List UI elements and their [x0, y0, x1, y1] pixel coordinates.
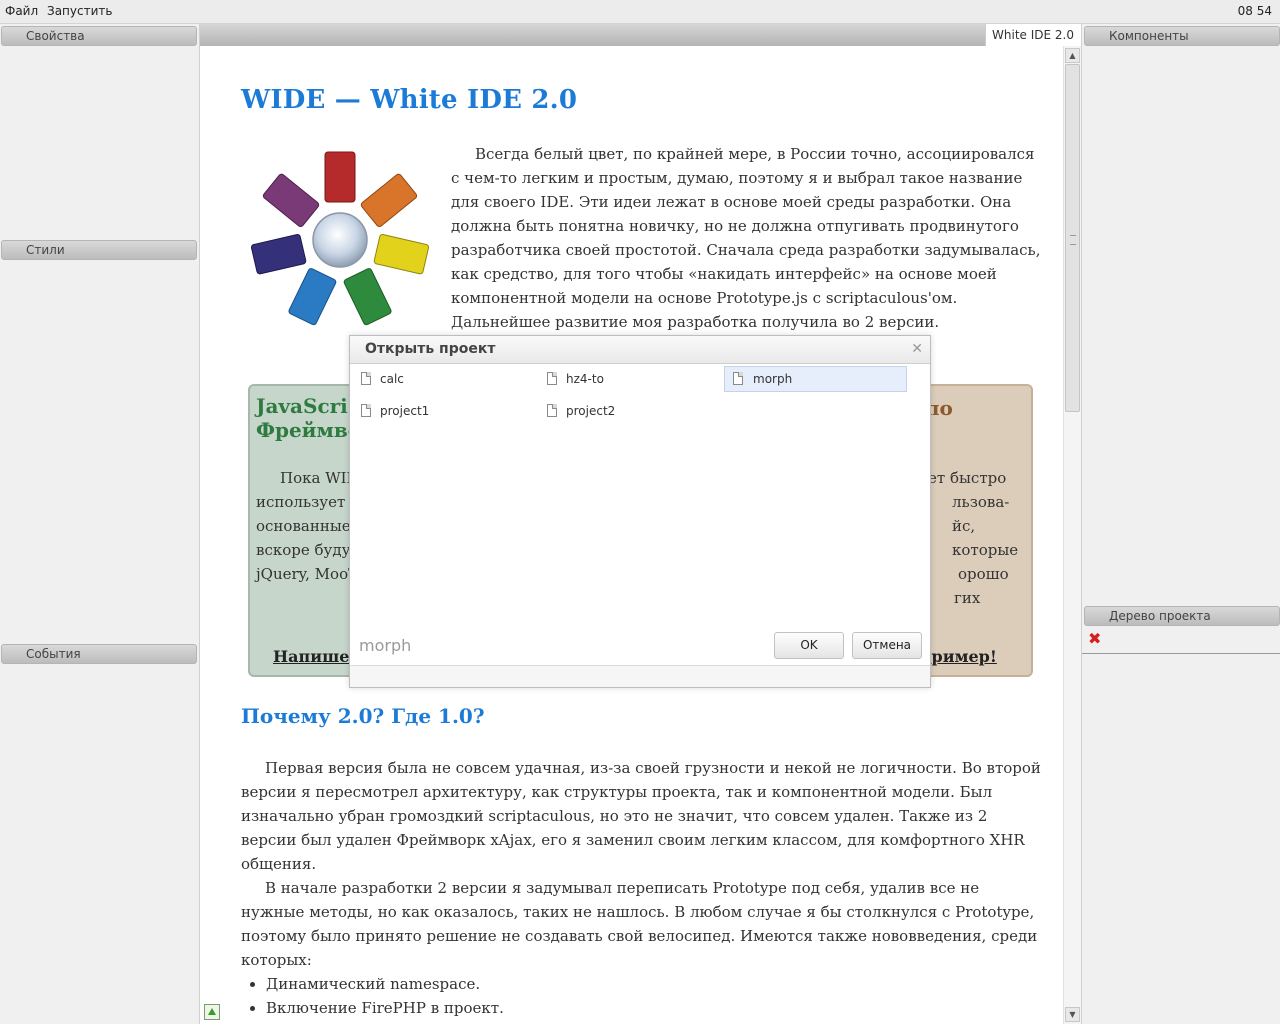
cancel-button[interactable]: Отмена: [852, 632, 922, 659]
selected-project-name: morph: [359, 636, 412, 655]
panel-header-events[interactable]: События: [1, 644, 197, 664]
list-item: Включение FirePHP в проект.: [266, 996, 504, 1020]
file-name: project2: [566, 404, 616, 418]
dialog-footer: [350, 665, 930, 687]
file-name: hz4-to: [566, 372, 604, 386]
scroll-up-icon[interactable]: ▲: [1065, 48, 1080, 63]
body-paragraph: В начале разработки 2 версии я задумывал…: [241, 879, 1038, 969]
delete-icon[interactable]: ✖: [1088, 629, 1101, 648]
file-icon: [733, 372, 743, 385]
scroll-thumb[interactable]: [1065, 64, 1080, 412]
dialog-title: Открыть проект: [365, 341, 496, 357]
list-item: Динамический namespace.: [266, 972, 504, 996]
document-scrollbar[interactable]: ▲ ▼: [1063, 46, 1081, 1024]
body-paragraph: Первая версия была не совсем удачная, из…: [241, 759, 1041, 873]
clock: 08 54: [1237, 4, 1272, 18]
menu-bar: Файл Запустить 08 54: [0, 0, 1280, 24]
page-title: WIDE — White IDE 2.0: [241, 85, 578, 115]
wide-logo-icon: [250, 151, 430, 326]
panel-header-properties[interactable]: Свойства: [1, 26, 197, 46]
project-tree-toolbar: ✖: [1082, 627, 1280, 654]
box-heading-line: Фреймво: [256, 418, 362, 442]
file-item[interactable]: calc: [352, 367, 532, 393]
dialog-titlebar: Открыть проект ✕: [350, 336, 930, 364]
box-heading-line: JavaScri: [256, 394, 348, 418]
close-icon[interactable]: ✕: [911, 341, 923, 357]
upload-icon[interactable]: [204, 1004, 220, 1020]
file-icon: [547, 404, 557, 417]
feature-list: Динамический namespace. Включение FirePH…: [241, 972, 504, 1020]
file-item[interactable]: hz4-to: [538, 367, 718, 393]
file-icon: [547, 372, 557, 385]
file-item[interactable]: project2: [538, 399, 718, 425]
box-heading: JavaScri Фреймво: [256, 394, 361, 442]
open-project-dialog: Открыть проект ✕ calc hz4-to morph proje…: [349, 335, 931, 688]
file-item[interactable]: project1: [352, 399, 532, 425]
menu-file[interactable]: Файл: [5, 4, 38, 18]
file-icon: [361, 404, 371, 417]
file-icon: [361, 372, 371, 385]
intro-paragraph: Всегда белый цвет, по крайней мере, в Ро…: [451, 145, 1041, 331]
file-item-selected[interactable]: morph: [724, 366, 907, 392]
tab-bar: White IDE 2.0: [200, 24, 1080, 46]
file-name: project1: [380, 404, 430, 418]
panel-header-project-tree[interactable]: Дерево проекта: [1084, 606, 1280, 626]
ok-button[interactable]: OK: [774, 632, 844, 659]
panel-header-components[interactable]: Компоненты: [1084, 26, 1280, 46]
left-sidebar: Свойства Стили События: [0, 24, 200, 1024]
scroll-down-icon[interactable]: ▼: [1065, 1007, 1080, 1022]
menu-run[interactable]: Запустить: [47, 4, 112, 18]
panel-header-styles[interactable]: Стили: [1, 240, 197, 260]
file-name: morph: [753, 372, 793, 386]
file-name: calc: [380, 372, 404, 386]
right-sidebar: Компоненты Дерево проекта ✖: [1081, 24, 1280, 1024]
section-heading: Почему 2.0? Где 1.0?: [241, 704, 485, 728]
tab-white-ide[interactable]: White IDE 2.0: [985, 24, 1080, 46]
